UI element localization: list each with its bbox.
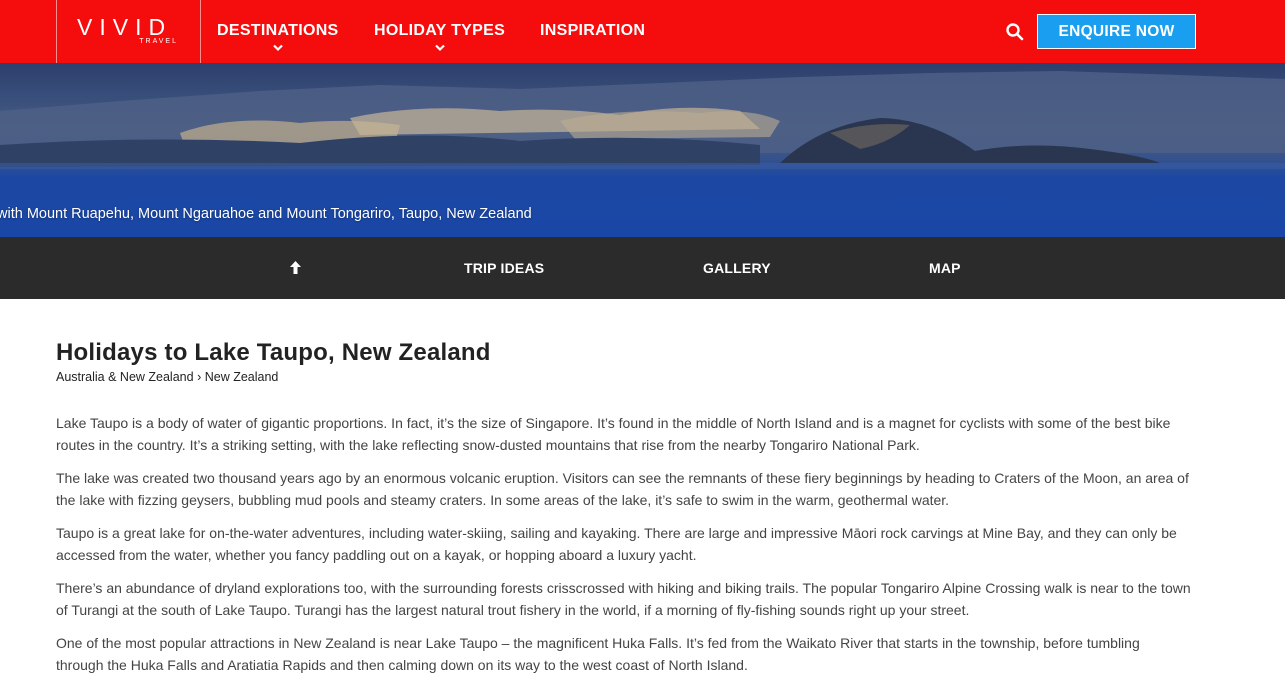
logo[interactable]: VIVID TRAVEL [56, 0, 201, 63]
site-header: VIVID TRAVEL DESTINATIONS HOLIDAY TYPES … [0, 0, 1285, 63]
nav-inspiration-label: INSPIRATION [540, 22, 646, 39]
enquire-now-button[interactable]: ENQUIRE NOW [1037, 14, 1196, 49]
nav-destinations[interactable]: DESTINATIONS [217, 22, 339, 52]
nav-holiday-types-label: HOLIDAY TYPES [374, 22, 506, 39]
nav-inspiration[interactable]: INSPIRATION [540, 22, 645, 40]
chevron-down-icon [272, 44, 283, 52]
hero-image: with Mount Ruapehu, Mount Ngaruahoe and … [0, 63, 1285, 237]
page-subnav: TRIP IDEAS GALLERY MAP [0, 237, 1285, 299]
nav-holiday-types[interactable]: HOLIDAY TYPES [374, 22, 506, 52]
subnav-trip-ideas[interactable]: TRIP IDEAS [464, 260, 544, 276]
body-paragraph: Taupo is a great lake for on-the-water a… [56, 525, 1177, 563]
chevron-down-icon [434, 44, 445, 52]
arrow-up-icon[interactable] [288, 260, 303, 275]
breadcrumb-separator: › [197, 370, 202, 384]
hero-caption: with Mount Ruapehu, Mount Ngaruahoe and … [0, 206, 532, 222]
body-paragraph: There’s an abundance of dryland explorat… [56, 580, 1191, 618]
body-paragraph: One of the most popular attractions in N… [56, 635, 1140, 673]
subnav-gallery[interactable]: GALLERY [703, 260, 771, 276]
body-paragraph: The lake was created two thousand years … [56, 470, 1189, 508]
breadcrumb-parent-link[interactable]: Australia & New Zealand [56, 370, 194, 384]
nav-destinations-label: DESTINATIONS [217, 22, 339, 39]
logo-subtitle: TRAVEL [139, 38, 178, 45]
body-paragraph: Lake Taupo is a body of water of giganti… [56, 415, 1171, 453]
subnav-map[interactable]: MAP [929, 260, 961, 276]
search-icon[interactable] [1005, 22, 1025, 42]
logo-wordmark: VIVID [77, 14, 173, 40]
breadcrumb: Australia & New Zealand › New Zealand [56, 370, 278, 384]
breadcrumb-current-link[interactable]: New Zealand [205, 370, 279, 384]
page-title: Holidays to Lake Taupo, New Zealand [56, 339, 491, 366]
